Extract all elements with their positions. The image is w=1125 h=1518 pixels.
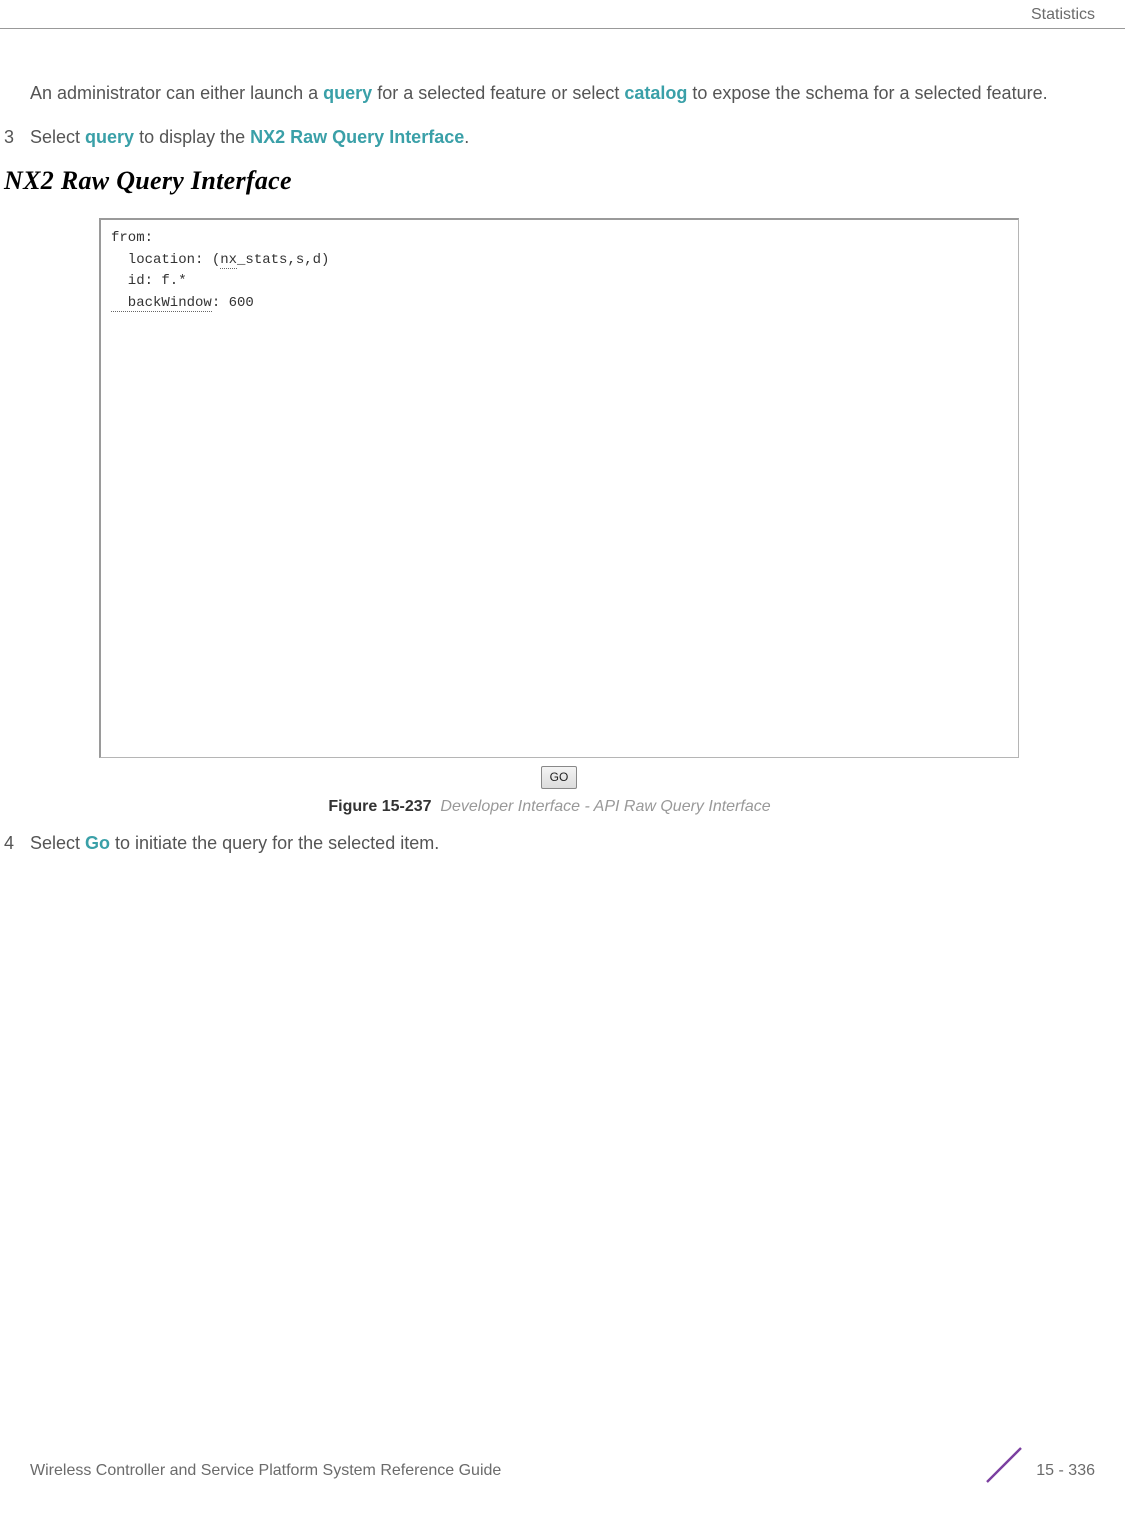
step3-nx2: NX2 Raw Query Interface: [250, 127, 464, 147]
figure-caption-text: Developer Interface - API Raw Query Inte…: [440, 798, 770, 815]
screenshot-block: NX2 Raw Query Interface from: location: …: [4, 162, 1095, 818]
step3-mid: to display the: [134, 127, 250, 147]
page-header: Statistics: [0, 0, 1125, 40]
step-3-number: 3: [4, 124, 30, 158]
footer-page-number: 15 - 336: [1036, 1462, 1095, 1480]
footer-guide-title: Wireless Controller and Service Platform…: [30, 1462, 501, 1480]
step3-pre: Select: [30, 127, 85, 147]
intro-paragraph: An administrator can either launch a que…: [30, 80, 1095, 106]
section-label: Statistics: [1031, 6, 1095, 24]
page: Statistics An administrator can either l…: [0, 0, 1125, 1518]
content-area: An administrator can either launch a que…: [0, 40, 1125, 857]
figure-label: Figure 15-237: [328, 798, 431, 815]
intro-text-post: to expose the schema for a selected feat…: [687, 83, 1047, 103]
q-line2a: location: (: [111, 252, 220, 268]
step-4-number: 4: [4, 830, 30, 856]
step3-query: query: [85, 127, 134, 147]
intro-text-mid: for a selected feature or select: [372, 83, 624, 103]
catalog-link: catalog: [624, 83, 687, 103]
step4-post: to initiate the query for the selected i…: [110, 833, 439, 853]
step-3-row: 3 Select query to display the NX2 Raw Qu…: [30, 124, 1095, 158]
query-textarea[interactable]: from: location: (nx_stats,s,d) id: f.* b…: [99, 218, 1019, 758]
step4-go: Go: [85, 833, 110, 853]
q-line4b: : 600: [212, 295, 254, 311]
ui-heading: NX2 Raw Query Interface: [4, 162, 1095, 200]
header-rule: [0, 28, 1125, 29]
step-4-row: 4 Select Go to initiate the query for th…: [30, 830, 1095, 856]
figure-caption: Figure 15-237 Developer Interface - API …: [4, 795, 1095, 818]
go-button[interactable]: GO: [541, 766, 578, 789]
step-3-text: Select query to display the NX2 Raw Quer…: [30, 124, 469, 150]
go-row: GO: [99, 762, 1019, 789]
q-line1: from:: [111, 230, 153, 246]
q-line2c: _stats,s,d): [237, 252, 329, 268]
q-line4a: backWindow: [111, 295, 212, 312]
step-4-text: Select Go to initiate the query for the …: [30, 830, 439, 856]
q-line3: id: f.*: [111, 273, 187, 289]
intro-text-pre: An administrator can either launch a: [30, 83, 323, 103]
q-line2b: nx: [220, 252, 237, 269]
query-link: query: [323, 83, 372, 103]
screenshot-wrap: from: location: (nx_stats,s,d) id: f.* b…: [99, 218, 1019, 789]
step4-pre: Select: [30, 833, 85, 853]
page-footer: Wireless Controller and Service Platform…: [0, 1452, 1125, 1492]
step3-post: .: [464, 127, 469, 147]
footer-slash-icon: [981, 1442, 1027, 1488]
